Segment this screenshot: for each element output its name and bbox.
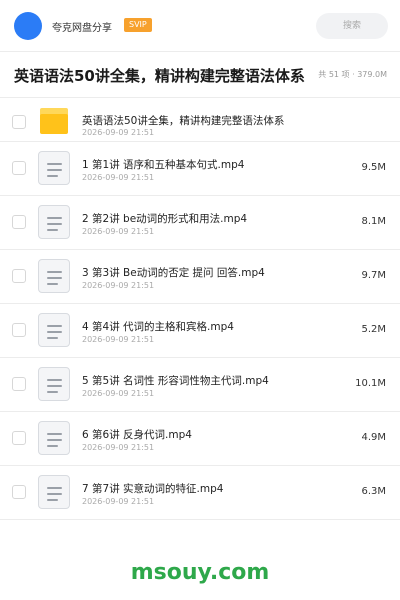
- select-checkbox[interactable]: [12, 431, 26, 445]
- file-icon: [38, 367, 70, 401]
- folder-date: 2026-09-09 21:51: [82, 128, 155, 137]
- file-name: 4 第4讲 代词的主格和宾格.mp4: [82, 321, 234, 333]
- app-name: 夸克网盘分享: [52, 23, 112, 34]
- file-list: 英语语法50讲全集，精讲构建完整语法体系 2026-09-09 21:51 1 …: [0, 98, 400, 520]
- list-item[interactable]: 7 第7讲 实意动词的特征.mp4 2026-09-09 21:51 6.3M: [0, 466, 400, 520]
- file-date: 2026-09-09 21:51: [82, 389, 155, 398]
- file-size: 4.9M: [361, 432, 386, 443]
- file-name: 7 第7讲 实意动词的特征.mp4: [82, 483, 224, 495]
- folder-name: 英语语法50讲全集，精讲构建完整语法体系: [82, 115, 285, 127]
- file-name: 6 第6讲 反身代词.mp4: [82, 429, 192, 441]
- file-date: 2026-09-09 21:51: [82, 335, 155, 344]
- file-icon: [38, 151, 70, 185]
- file-date: 2026-09-09 21:51: [82, 443, 155, 452]
- select-checkbox[interactable]: [12, 161, 26, 175]
- select-checkbox[interactable]: [12, 115, 26, 129]
- file-size: 10.1M: [355, 378, 386, 389]
- list-item[interactable]: 2 第2讲 be动词的形式和用法.mp4 2026-09-09 21:51 8.…: [0, 196, 400, 250]
- file-icon: [38, 259, 70, 293]
- file-icon: [38, 475, 70, 509]
- file-date: 2026-09-09 21:51: [82, 281, 155, 290]
- file-size: 9.7M: [361, 270, 386, 281]
- list-item-folder[interactable]: 英语语法50讲全集，精讲构建完整语法体系 2026-09-09 21:51: [0, 98, 400, 142]
- list-item[interactable]: 6 第6讲 反身代词.mp4 2026-09-09 21:51 4.9M: [0, 412, 400, 466]
- share-title-row: 英语语法50讲全集，精讲构建完整语法体系 共 51 项 · 379.0M: [0, 52, 400, 98]
- file-size: 6.3M: [361, 486, 386, 497]
- page-title: 英语语法50讲全集，精讲构建完整语法体系: [14, 67, 305, 85]
- file-size: 5.2M: [361, 324, 386, 335]
- file-icon: [38, 205, 70, 239]
- svip-badge: SVIP: [124, 18, 152, 32]
- list-item[interactable]: 4 第4讲 代词的主格和宾格.mp4 2026-09-09 21:51 5.2M: [0, 304, 400, 358]
- select-checkbox[interactable]: [12, 215, 26, 229]
- select-checkbox[interactable]: [12, 377, 26, 391]
- header-bar: 夸克网盘分享 SVIP 搜索: [0, 0, 400, 52]
- file-date: 2026-09-09 21:51: [82, 497, 155, 506]
- file-icon: [38, 313, 70, 347]
- watermark: msouy.com: [130, 560, 270, 585]
- avatar[interactable]: [14, 12, 42, 40]
- item-count-summary: 共 51 项 · 379.0M: [318, 70, 387, 79]
- file-name: 3 第3讲 Be动词的否定 提问 回答.mp4: [82, 267, 265, 279]
- file-date: 2026-09-09 21:51: [82, 173, 155, 182]
- folder-icon: [40, 108, 68, 134]
- file-name: 1 第1讲 语序和五种基本句式.mp4: [82, 159, 245, 171]
- file-size: 9.5M: [361, 162, 386, 173]
- file-date: 2026-09-09 21:51: [82, 227, 155, 236]
- file-size: 8.1M: [361, 216, 386, 227]
- select-checkbox[interactable]: [12, 323, 26, 337]
- list-item[interactable]: 3 第3讲 Be动词的否定 提问 回答.mp4 2026-09-09 21:51…: [0, 250, 400, 304]
- select-checkbox[interactable]: [12, 485, 26, 499]
- select-checkbox[interactable]: [12, 269, 26, 283]
- list-item[interactable]: 5 第5讲 名词性 形容词性物主代词.mp4 2026-09-09 21:51 …: [0, 358, 400, 412]
- list-item[interactable]: 1 第1讲 语序和五种基本句式.mp4 2026-09-09 21:51 9.5…: [0, 142, 400, 196]
- file-icon: [38, 421, 70, 455]
- file-name: 5 第5讲 名词性 形容词性物主代词.mp4: [82, 375, 269, 387]
- search-input[interactable]: 搜索: [316, 13, 388, 39]
- file-name: 2 第2讲 be动词的形式和用法.mp4: [82, 213, 248, 225]
